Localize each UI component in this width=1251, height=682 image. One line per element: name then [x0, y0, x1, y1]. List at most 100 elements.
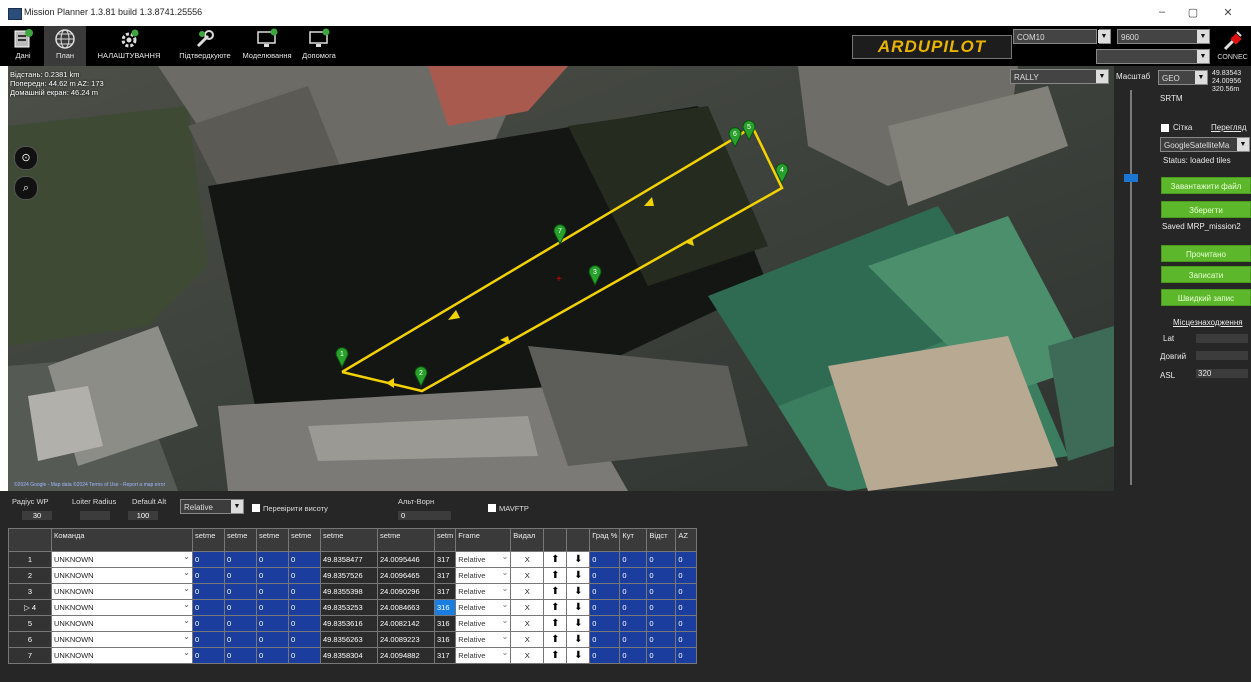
location-heading[interactable]: Місцезнаходження	[1173, 318, 1243, 327]
alt-cell[interactable]: 317	[433, 583, 457, 600]
move-down-button[interactable]: ⬇	[566, 583, 591, 600]
lat-cell[interactable]: 49.8358477	[320, 551, 378, 568]
alt-cell[interactable]: 317	[433, 551, 457, 568]
lat-cell[interactable]: 49.8358304	[320, 647, 378, 664]
lon-cell[interactable]: 24.0094882	[377, 647, 435, 664]
tab-setup[interactable]: НАЛАШТУВАННЯ	[90, 26, 168, 66]
table-row[interactable]: ▷ 4 UNKNOWN ⌄ 0 0 0 0 49.8353253 24.0084663 316 Re…	[8, 599, 698, 616]
read-wps-button[interactable]: Прочитано	[1161, 245, 1251, 262]
port-dropdown[interactable]: ▼	[1098, 29, 1111, 44]
map-source-select[interactable]: GoogleSatelliteMa ▼	[1160, 137, 1250, 152]
alt-cell[interactable]: 316	[433, 615, 457, 632]
frame-select[interactable]: Relative ⌄	[455, 631, 512, 648]
param1-cell[interactable]: 0	[192, 615, 225, 632]
connect-button[interactable]: CONNEC	[1214, 28, 1251, 66]
command-select[interactable]: UNKNOWN ⌄	[51, 567, 193, 584]
minimize-button[interactable]: –	[1152, 6, 1172, 18]
delete-button[interactable]: X	[510, 615, 545, 632]
param3-cell[interactable]: 0	[256, 567, 289, 584]
mavftp-checkbox[interactable]	[488, 504, 496, 512]
tab-simulation[interactable]: Моделювання	[242, 26, 292, 66]
lon-cell[interactable]: 24.0090296	[377, 583, 435, 600]
alt-warn-input[interactable]: 0	[398, 511, 451, 520]
move-down-button[interactable]: ⬇	[566, 615, 591, 632]
move-down-button[interactable]: ⬇	[566, 599, 591, 616]
param4-cell[interactable]: 0	[288, 567, 321, 584]
coord-type-select[interactable]: GEO ▼	[1158, 70, 1208, 85]
overlay-link[interactable]: Перегляд	[1211, 123, 1247, 132]
lon-cell[interactable]: 24.0084663	[377, 599, 435, 616]
param2-cell[interactable]: 0	[224, 551, 257, 568]
frame-select[interactable]: Relative ⌄	[455, 583, 512, 600]
table-row[interactable]: 5 UNKNOWN ⌄ 0 0 0 0 49.8353616 24.0082142 316 Rela…	[8, 615, 698, 632]
move-up-button[interactable]: ⬆	[543, 615, 568, 632]
close-button[interactable]: ✕	[1218, 6, 1238, 19]
param3-cell[interactable]: 0	[256, 615, 289, 632]
tab-config[interactable]: Підтвердкуюте	[172, 26, 238, 66]
param4-cell[interactable]: 0	[288, 631, 321, 648]
lon-cell[interactable]: 24.0089223	[377, 631, 435, 648]
command-select[interactable]: UNKNOWN ⌄	[51, 599, 193, 616]
write-wps-button[interactable]: Записати	[1161, 266, 1251, 283]
map-view[interactable]: + 1 2 3 4 5 6 7 ©2024 Google - Map data ©2024 …	[8, 66, 1114, 491]
delete-button[interactable]: X	[510, 551, 545, 568]
param2-cell[interactable]: 0	[224, 599, 257, 616]
lat-cell[interactable]: 49.8353253	[320, 599, 378, 616]
param3-cell[interactable]: 0	[256, 647, 289, 664]
tab-plan[interactable]: План	[44, 26, 86, 66]
param3-cell[interactable]: 0	[256, 583, 289, 600]
command-select[interactable]: UNKNOWN ⌄	[51, 583, 193, 600]
zoom-slider-thumb[interactable]	[1124, 174, 1138, 182]
table-row[interactable]: 7 UNKNOWN ⌄ 0 0 0 0 49.8358304 24.0094882 317 Rela…	[8, 647, 698, 664]
alt-cell[interactable]: 316	[433, 599, 457, 616]
delete-button[interactable]: X	[510, 567, 545, 584]
alt-cell[interactable]: 317	[433, 647, 457, 664]
param1-cell[interactable]: 0	[192, 551, 225, 568]
zoom-tool-button[interactable]: ⌕	[14, 176, 38, 200]
lat-field[interactable]	[1196, 334, 1248, 343]
move-up-button[interactable]: ⬆	[543, 583, 568, 600]
tab-help[interactable]: Допомога	[296, 26, 342, 66]
grid-checkbox[interactable]	[1161, 124, 1169, 132]
frame-select[interactable]: Relative ⌄	[455, 599, 512, 616]
param4-cell[interactable]: 0	[288, 615, 321, 632]
asl-field[interactable]: 320	[1196, 369, 1248, 378]
command-select[interactable]: UNKNOWN ⌄	[51, 631, 193, 648]
zoom-slider-track[interactable]	[1130, 90, 1132, 485]
move-up-button[interactable]: ⬆	[543, 631, 568, 648]
alt-cell[interactable]: 317	[433, 567, 457, 584]
save-file-button[interactable]: Зберегти	[1161, 201, 1251, 218]
alt-cell[interactable]: 316	[433, 631, 457, 648]
param3-cell[interactable]: 0	[256, 551, 289, 568]
frame-select[interactable]: Relative ⌄	[455, 615, 512, 632]
link-select[interactable]: ▼	[1096, 49, 1210, 64]
command-select[interactable]: UNKNOWN ⌄	[51, 615, 193, 632]
tab-data[interactable]: Дані	[6, 26, 40, 66]
move-up-button[interactable]: ⬆	[543, 599, 568, 616]
lon-cell[interactable]: 24.0096465	[377, 567, 435, 584]
port-select[interactable]: COM10	[1013, 29, 1097, 44]
move-up-button[interactable]: ⬆	[543, 567, 568, 584]
default-alt-input[interactable]: 100	[128, 511, 158, 520]
move-down-button[interactable]: ⬇	[566, 631, 591, 648]
param4-cell[interactable]: 0	[288, 583, 321, 600]
delete-button[interactable]: X	[510, 583, 545, 600]
param4-cell[interactable]: 0	[288, 599, 321, 616]
param1-cell[interactable]: 0	[192, 583, 225, 600]
loiter-radius-input[interactable]	[80, 511, 110, 520]
move-down-button[interactable]: ⬇	[566, 647, 591, 664]
lat-cell[interactable]: 49.8355398	[320, 583, 378, 600]
lat-cell[interactable]: 49.8356263	[320, 631, 378, 648]
layer-select[interactable]: RALLY ▼	[1010, 69, 1109, 84]
param1-cell[interactable]: 0	[192, 647, 225, 664]
param1-cell[interactable]: 0	[192, 567, 225, 584]
table-row[interactable]: 3 UNKNOWN ⌄ 0 0 0 0 49.8355398 24.0090296 317 Rela…	[8, 583, 698, 600]
lon-cell[interactable]: 24.0082142	[377, 615, 435, 632]
table-row[interactable]: 1 UNKNOWN ⌄ 0 0 0 0 49.8358477 24.0095446 317 Rela…	[8, 551, 698, 568]
param2-cell[interactable]: 0	[224, 583, 257, 600]
move-down-button[interactable]: ⬇	[566, 567, 591, 584]
table-row[interactable]: 6 UNKNOWN ⌄ 0 0 0 0 49.8356263 24.0089223 316 Rela…	[8, 631, 698, 648]
delete-button[interactable]: X	[510, 599, 545, 616]
load-file-button[interactable]: Завантажити файл	[1161, 177, 1251, 194]
param2-cell[interactable]: 0	[224, 567, 257, 584]
